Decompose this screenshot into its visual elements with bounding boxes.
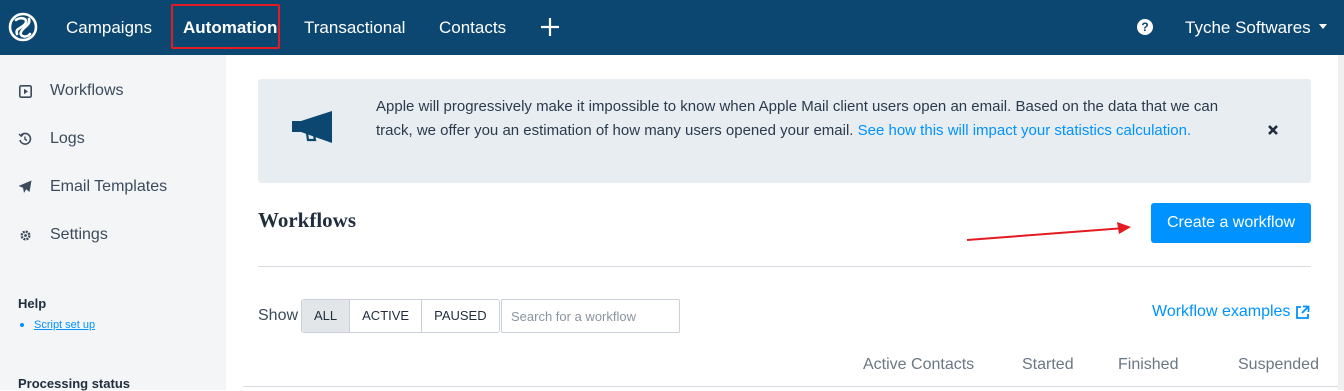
filter-paused-button[interactable]: PAUSED [422, 300, 499, 332]
status-filter-group: ALL ACTIVE PAUSED [301, 299, 500, 333]
column-header-finished: Finished [1118, 356, 1179, 373]
column-header-started: Started [1022, 356, 1074, 373]
filter-all-button[interactable]: ALL [302, 300, 351, 332]
column-header-suspended: Suspended [1238, 356, 1319, 373]
statistics-impact-link[interactable]: See how this will impact your statistics… [858, 122, 1191, 139]
sidebar-item-label: Settings [50, 226, 108, 243]
paper-plane-icon [18, 180, 32, 194]
bullet-icon [20, 323, 24, 327]
history-icon [18, 132, 32, 146]
processing-status-heading: Processing status [18, 376, 130, 391]
add-plus-icon[interactable] [537, 14, 563, 40]
info-banner: Apple will progressively make it impossi… [258, 79, 1311, 183]
external-link-icon [1296, 305, 1310, 319]
workflow-examples-link[interactable]: Workflow examples [1152, 303, 1310, 321]
annotation-highlight-box [171, 4, 280, 49]
workflow-examples-label: Workflow examples [1152, 303, 1291, 320]
play-square-icon [18, 84, 32, 98]
gear-icon [18, 228, 32, 242]
brand-logo-icon[interactable] [7, 10, 39, 44]
sidebar-item-email-templates[interactable]: Email Templates [18, 175, 167, 199]
script-setup-label: Script set up [34, 319, 96, 331]
create-workflow-button[interactable]: Create a workflow [1151, 203, 1311, 243]
sidebar-item-logs[interactable]: Logs [18, 127, 85, 151]
close-icon[interactable] [1266, 123, 1280, 137]
help-icon[interactable]: ? [1137, 19, 1153, 35]
sidebar-item-settings[interactable]: Settings [18, 223, 108, 247]
top-navbar: Campaigns Automation Transactional Conta… [0, 0, 1344, 55]
show-label: Show [258, 307, 299, 324]
page-scrollbar[interactable] [1338, 55, 1344, 390]
megaphone-icon [292, 111, 332, 143]
sidebar: Workflows Logs Email Templates Settings … [0, 55, 226, 391]
script-setup-link[interactable]: Script set up [20, 319, 95, 331]
nav-contacts[interactable]: Contacts [439, 0, 506, 55]
filter-active-button[interactable]: ACTIVE [350, 300, 423, 332]
workflow-search-input[interactable] [501, 299, 680, 333]
annotation-arrow-icon [966, 222, 1131, 241]
nav-campaigns[interactable]: Campaigns [66, 0, 152, 55]
table-header-divider [243, 386, 1344, 387]
header-divider [258, 266, 1311, 267]
caret-down-icon [1318, 24, 1327, 30]
sidebar-item-label: Logs [50, 130, 85, 147]
banner-message: Apple will progressively make it impossi… [376, 95, 1246, 143]
sidebar-item-label: Workflows [50, 82, 124, 99]
sidebar-item-label: Email Templates [50, 178, 168, 195]
page-title: Workflows [258, 208, 357, 232]
account-name: Tyche Softwares [1185, 18, 1311, 37]
sidebar-item-workflows[interactable]: Workflows [18, 79, 124, 103]
account-menu[interactable]: Tyche Softwares [1185, 0, 1327, 55]
help-heading: Help [18, 296, 47, 311]
nav-transactional[interactable]: Transactional [304, 0, 405, 55]
column-header-active-contacts: Active Contacts [863, 356, 975, 373]
